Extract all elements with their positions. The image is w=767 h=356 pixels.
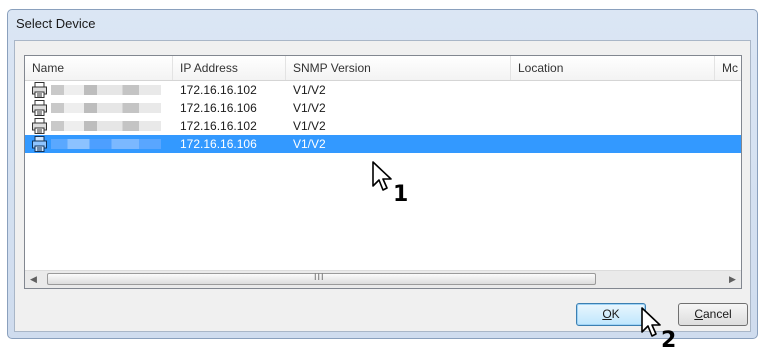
cancel-label: ancel <box>702 307 732 321</box>
dialog-title: Select Device <box>16 16 96 31</box>
snmp-version-cell: V1/V2 <box>293 137 326 151</box>
ok-mnemonic: O <box>602 307 612 321</box>
scroll-right-arrow-icon[interactable]: ▶ <box>724 271 741 288</box>
printer-icon <box>32 100 47 116</box>
ok-button[interactable]: OK <box>576 303 646 326</box>
step-1-callout: 1 <box>393 182 409 207</box>
device-row-1[interactable]: 172.16.16.102 V1/V2 <box>25 81 741 99</box>
list-header: Name IP Address SNMP Version Location Mc <box>25 56 741 81</box>
cancel-mnemonic: C <box>694 307 703 321</box>
scrollbar-thumb[interactable]: III <box>47 272 596 285</box>
horizontal-scrollbar[interactable]: ◀ III ▶ <box>25 270 741 288</box>
cancel-button[interactable]: Cancel <box>678 303 748 326</box>
ip-address-cell: 172.16.16.102 <box>180 83 257 97</box>
mouse-pointer-icon <box>641 307 661 337</box>
printer-icon <box>32 82 47 98</box>
column-header-model[interactable]: Mc <box>715 56 741 80</box>
device-name-redacted <box>51 139 161 149</box>
snmp-version-cell: V1/V2 <box>293 83 326 97</box>
snmp-version-cell: V1/V2 <box>293 119 326 133</box>
ip-address-cell: 172.16.16.106 <box>180 101 257 115</box>
step-2-callout: 2 <box>661 328 677 353</box>
device-row-2[interactable]: 172.16.16.106 V1/V2 <box>25 99 741 117</box>
printer-icon <box>32 118 47 134</box>
snmp-version-cell: V1/V2 <box>293 101 326 115</box>
mouse-pointer-icon <box>372 161 392 191</box>
scrollbar-grip: III <box>314 272 325 282</box>
column-header-ip-address[interactable]: IP Address <box>173 56 286 80</box>
column-header-location[interactable]: Location <box>511 56 715 80</box>
ok-label: K <box>611 307 620 321</box>
device-row-4-selected[interactable]: 172.16.16.106 V1/V2 <box>25 135 741 153</box>
ip-address-cell: 172.16.16.106 <box>180 137 257 151</box>
device-name-redacted <box>51 121 161 131</box>
column-header-name[interactable]: Name <box>25 56 173 80</box>
device-row-3[interactable]: 172.16.16.102 V1/V2 <box>25 117 741 135</box>
scroll-left-arrow-icon[interactable]: ◀ <box>25 271 42 288</box>
device-name-redacted <box>51 103 161 113</box>
device-name-redacted <box>51 85 161 95</box>
printer-icon <box>32 136 47 152</box>
ip-address-cell: 172.16.16.102 <box>180 119 257 133</box>
column-header-snmp-version[interactable]: SNMP Version <box>286 56 511 80</box>
